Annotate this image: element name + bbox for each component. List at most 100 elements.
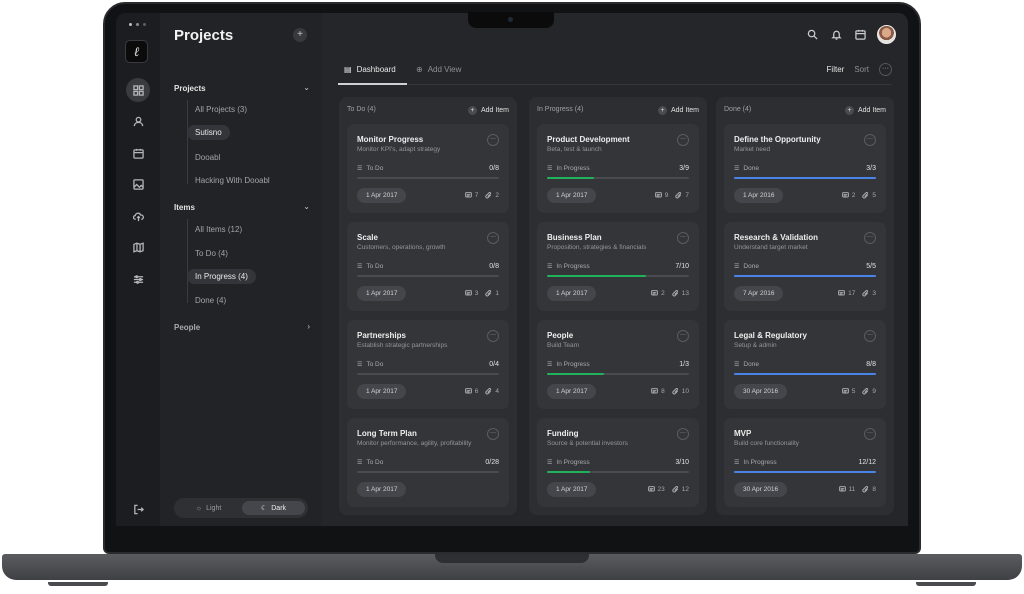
people-section-header[interactable]: People: [174, 323, 200, 332]
card-task-count: 3/3: [866, 165, 876, 172]
progress-fill: [547, 177, 595, 179]
card-subtitle: Proposition, strategies & financials: [547, 244, 647, 251]
task-card[interactable]: Product Development Beta, test & launch …: [537, 124, 699, 213]
board-icon: ▤: [344, 65, 352, 74]
tab-dashboard[interactable]: ▤ Dashboard: [344, 65, 396, 74]
user-icon[interactable]: [126, 109, 150, 133]
list-icon: ☰: [734, 264, 740, 270]
card-more-button[interactable]: ···: [864, 134, 876, 146]
card-status: ☰ To Do: [357, 459, 384, 466]
more-options-button[interactable]: ···: [879, 63, 892, 76]
chevron-down-icon[interactable]: ⌄: [303, 202, 310, 211]
nav-project-sutisno[interactable]: Sutisno: [187, 125, 230, 140]
card-more-button[interactable]: ···: [864, 428, 876, 440]
add-item-button[interactable]: + Add Item: [467, 106, 509, 115]
chevron-down-icon[interactable]: ⌄: [303, 83, 310, 92]
card-more-button[interactable]: ···: [487, 428, 499, 440]
task-card[interactable]: Business Plan Proposition, strategies & …: [537, 222, 699, 311]
column-title: To Do (4): [347, 106, 376, 113]
image-icon[interactable]: [126, 172, 150, 196]
card-more-button[interactable]: ···: [864, 232, 876, 244]
theme-light-label: Light: [206, 504, 222, 512]
filter-button[interactable]: Filter: [827, 65, 845, 74]
nav-todo[interactable]: To Do (4): [195, 249, 228, 258]
progress-bar: [734, 471, 876, 473]
card-task-count: 1/3: [679, 361, 689, 368]
list-icon: ☰: [547, 166, 553, 172]
card-more-button[interactable]: ···: [487, 330, 499, 342]
theme-dark-option[interactable]: ☾ Dark: [242, 501, 305, 515]
theme-light-option[interactable]: ☼ Light: [177, 501, 240, 515]
add-project-button[interactable]: +: [293, 28, 307, 42]
progress-bar: [734, 177, 876, 179]
task-card[interactable]: Monitor Progress Monitor KPI's, adapt st…: [347, 124, 509, 213]
task-card[interactable]: Legal & Regulatory Setup & admin ··· ☰ Do…: [724, 320, 886, 409]
card-subtitle: Beta, test & launch: [547, 146, 602, 153]
column-title: In Progress (4): [537, 106, 584, 113]
tab-add-view[interactable]: ⊕ Add View: [416, 65, 461, 74]
projects-section-header[interactable]: Projects: [174, 84, 206, 93]
nav-project-hacking[interactable]: Hacking With Dooabl: [195, 176, 270, 185]
add-item-button[interactable]: + Add Item: [657, 106, 699, 115]
board-column: In Progress (4) + Add Item Product Develop…: [529, 97, 707, 515]
task-card[interactable]: Research & Validation Understand target …: [724, 222, 886, 311]
app-screen: ℓ Projects + Projects ⌄ All Projects (3)…: [116, 13, 908, 526]
map-icon[interactable]: [126, 235, 150, 259]
attachments-count: 10: [672, 388, 689, 395]
card-subtitle: Market need: [734, 146, 771, 153]
progress-fill: [547, 275, 647, 277]
card-meta: 9 7: [654, 192, 689, 199]
comments-count: 17: [838, 290, 855, 297]
progress-bar: [357, 177, 499, 179]
add-item-label: Add Item: [857, 107, 886, 114]
nav-done[interactable]: Done (4): [195, 296, 226, 305]
task-card[interactable]: Define the Opportunity Market need ··· ☰…: [724, 124, 886, 213]
card-meta: 6 4: [464, 388, 499, 395]
avatar[interactable]: [877, 25, 896, 44]
comments-count: 6: [464, 388, 478, 395]
task-card[interactable]: MVP Build core functionality ··· ☰ In Pro…: [724, 418, 886, 507]
progress-fill: [734, 177, 876, 179]
task-card[interactable]: Partnerships Establish strategic partner…: [347, 320, 509, 409]
cloud-upload-icon[interactable]: [126, 204, 150, 228]
calendar-icon[interactable]: [853, 28, 867, 42]
chevron-right-icon[interactable]: ›: [307, 322, 310, 331]
nav-all-items[interactable]: All Items (12): [195, 225, 242, 234]
task-card[interactable]: Scale Customers, operations, growth ··· …: [347, 222, 509, 311]
task-card[interactable]: People Build Team ··· ☰ In Progress 1/3 1…: [537, 320, 699, 409]
card-subtitle: Build core functionality: [734, 440, 800, 447]
progress-fill: [547, 373, 604, 375]
nav-in-progress[interactable]: In Progress (4): [187, 269, 256, 284]
card-title: Scale: [357, 233, 378, 242]
list-icon: ☰: [734, 166, 740, 172]
card-more-button[interactable]: ···: [677, 134, 689, 146]
card-more-button[interactable]: ···: [864, 330, 876, 342]
comments-count: 5: [841, 388, 855, 395]
app-logo[interactable]: ℓ: [125, 40, 148, 63]
sliders-icon[interactable]: [126, 267, 150, 291]
bell-icon[interactable]: [829, 28, 843, 42]
card-more-button[interactable]: ···: [487, 134, 499, 146]
search-icon[interactable]: [805, 28, 819, 42]
nav-project-dooabl[interactable]: Dooabl: [195, 153, 220, 162]
progress-bar: [547, 275, 689, 277]
items-section-header[interactable]: Items: [174, 203, 195, 212]
sort-button[interactable]: Sort: [854, 65, 869, 74]
card-more-button[interactable]: ···: [487, 232, 499, 244]
calendar-icon[interactable]: [126, 141, 150, 165]
dashboard-icon[interactable]: [126, 78, 150, 102]
card-more-button[interactable]: ···: [677, 330, 689, 342]
theme-toggle[interactable]: ☼ Light ☾ Dark: [174, 498, 308, 518]
task-card[interactable]: Funding Source & potential investors ···…: [537, 418, 699, 507]
card-more-button[interactable]: ···: [677, 428, 689, 440]
card-meta: 5 9: [841, 388, 876, 395]
nav-all-projects[interactable]: All Projects (3): [195, 105, 247, 114]
list-icon: ☰: [357, 460, 363, 466]
add-item-button[interactable]: + Add Item: [844, 106, 886, 115]
card-title: Product Development: [547, 135, 630, 144]
card-more-button[interactable]: ···: [677, 232, 689, 244]
logout-icon[interactable]: [126, 497, 150, 521]
task-card[interactable]: Long Term Plan Monitor performance, agil…: [347, 418, 509, 507]
add-item-label: Add Item: [670, 107, 699, 114]
card-date: 1 Apr 2017: [547, 286, 597, 301]
